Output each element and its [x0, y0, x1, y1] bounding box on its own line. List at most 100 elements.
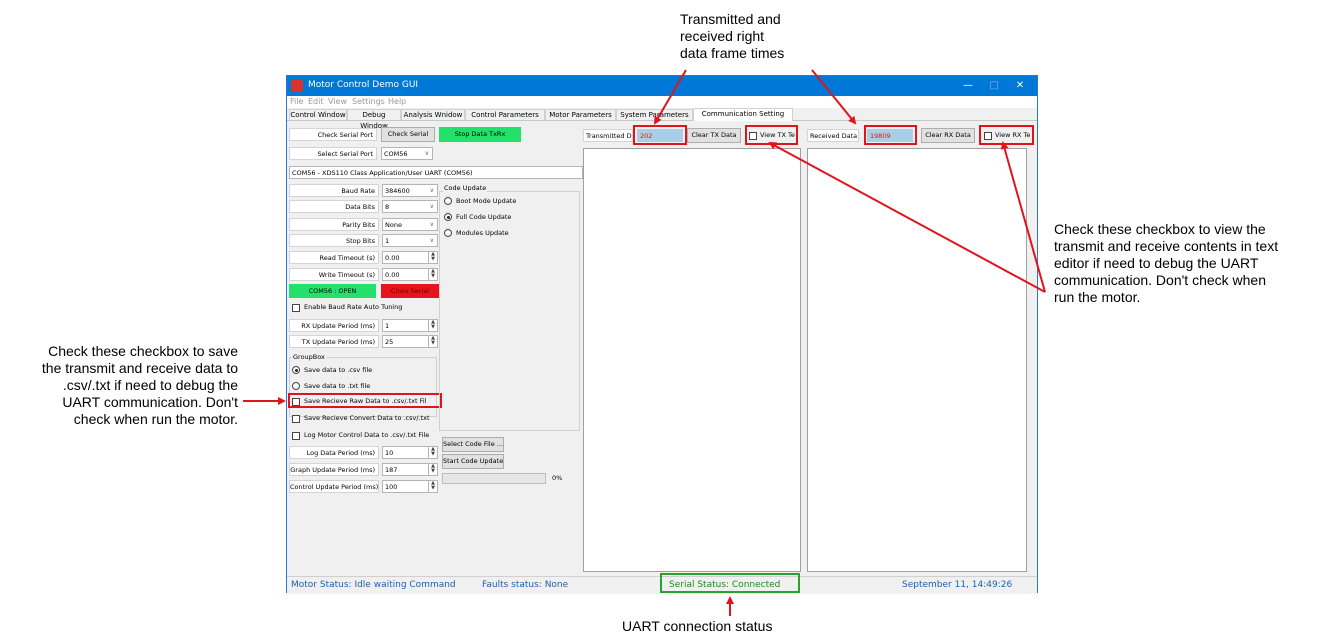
- check-serial-button[interactable]: Check Serial: [381, 127, 435, 142]
- modules-update-radio[interactable]: [444, 229, 452, 237]
- spin-arrows-icon[interactable]: ▲ ▼: [428, 269, 437, 280]
- tab-communication-setting[interactable]: Communication Setting: [693, 108, 793, 121]
- progress-percent: 0%: [552, 474, 563, 482]
- tx-period-label: TX Update Period (ms): [289, 335, 379, 348]
- start-code-update-button[interactable]: Start Code Update: [442, 454, 504, 469]
- save-txt-radio[interactable]: [292, 382, 300, 390]
- tab-system-parameters[interactable]: System Parameters: [616, 109, 693, 120]
- minimize-button[interactable]: —: [955, 78, 981, 94]
- rx-period-label: RX Update Period (ms): [289, 319, 379, 332]
- baud-rate-select[interactable]: 384600: [382, 184, 438, 197]
- spin-arrows-icon[interactable]: ▲ ▼: [428, 336, 437, 347]
- auto-tuning-label: Enable Baud Rate Auto Tuning: [304, 303, 403, 311]
- select-code-file-button[interactable]: Select Code File ...: [442, 437, 504, 452]
- write-timeout-stepper[interactable]: 0.00 ▲ ▼: [382, 268, 438, 281]
- left-callout-line: Check these checkbox to save: [48, 343, 238, 359]
- tab-debug-window[interactable]: Debug Window: [347, 109, 401, 130]
- close-window-button[interactable]: ✕: [1007, 78, 1033, 94]
- transmitted-data-label: Transmitted Da: [583, 129, 633, 142]
- rx-period-stepper[interactable]: 1 ▲ ▼: [382, 319, 438, 332]
- maximize-button[interactable]: □: [981, 78, 1007, 94]
- read-timeout-stepper[interactable]: 0.00 ▲ ▼: [382, 251, 438, 264]
- save-convert-label: Save Recieve Convert Data to .csv/.txt: [304, 414, 430, 422]
- serial-status-highlight: [660, 573, 800, 593]
- right-callout-line: transmit and receive contents in text: [1054, 238, 1279, 254]
- boot-mode-label: Boot Mode Update: [456, 197, 517, 205]
- stop-bits-label: Stop Bits: [289, 234, 379, 247]
- control-period-value: 100: [385, 483, 398, 491]
- bottom-callout: UART connection status: [622, 618, 773, 634]
- top-callout: Transmitted and received right data fram…: [680, 11, 820, 62]
- graph-period-stepper[interactable]: 187 ▲ ▼: [382, 463, 438, 476]
- data-bits-select[interactable]: 8: [382, 200, 438, 213]
- stop-data-txrx-button[interactable]: Stop Data TxRx: [439, 127, 521, 142]
- port-open-status: COM56 : OPEN: [289, 284, 376, 298]
- menu-edit[interactable]: Edit: [308, 97, 324, 106]
- log-motor-checkbox[interactable]: [292, 432, 300, 440]
- save-convert-checkbox[interactable]: [292, 415, 300, 423]
- tab-bar: Control Window Debug Window Analysis Wni…: [287, 108, 1037, 130]
- menu-settings[interactable]: Settings: [352, 97, 385, 106]
- spin-arrows-icon[interactable]: ▲ ▼: [428, 447, 437, 458]
- spin-arrows-icon[interactable]: ▲ ▼: [428, 320, 437, 331]
- view-tx-highlight: [745, 125, 798, 145]
- received-data-label: Received Data: [807, 129, 859, 142]
- rx-text-panel[interactable]: [807, 148, 1027, 572]
- top-callout-line: Transmitted and: [680, 11, 781, 27]
- tx-period-value: 25: [385, 338, 394, 346]
- close-serial-button[interactable]: Close Serial: [381, 284, 439, 298]
- tx-text-panel[interactable]: [583, 148, 801, 572]
- write-timeout-value: 0.00: [385, 271, 400, 279]
- full-code-radio[interactable]: [444, 213, 452, 221]
- log-period-value: 10: [385, 449, 394, 457]
- rx-period-value: 1: [385, 322, 390, 330]
- faults-status: Faults status: None: [482, 580, 569, 590]
- log-period-stepper[interactable]: 10 ▲ ▼: [382, 446, 438, 459]
- menu-bar: File Edit View Settings Help: [287, 96, 1037, 108]
- rx-count-highlight: [864, 125, 917, 145]
- tab-motor-parameters[interactable]: Motor Parameters: [545, 109, 616, 120]
- data-bits-label: Data Bits: [289, 200, 379, 213]
- tx-period-stepper[interactable]: 25 ▲ ▼: [382, 335, 438, 348]
- left-callout: Check these checkbox to save the transmi…: [6, 343, 238, 428]
- clear-rx-button[interactable]: Clear RX Data: [921, 128, 975, 143]
- check-serial-port-label: Check Serial Port: [289, 128, 377, 141]
- spin-arrows-icon[interactable]: ▲ ▼: [428, 464, 437, 475]
- serial-port-select[interactable]: COM56: [381, 147, 433, 160]
- top-callout-line: data frame times: [680, 45, 785, 61]
- left-callout-line: .csv/.txt if need to debug the: [62, 377, 238, 393]
- tab-control-parameters[interactable]: Control Parameters: [465, 109, 545, 120]
- menu-help[interactable]: Help: [388, 97, 406, 106]
- spin-arrows-icon[interactable]: ▲ ▼: [428, 481, 437, 492]
- stop-bits-select[interactable]: 1: [382, 234, 438, 247]
- top-callout-line: received right: [680, 28, 765, 44]
- clear-tx-button[interactable]: Clear TX Data: [687, 128, 741, 143]
- view-rx-highlight: [979, 125, 1034, 145]
- right-callout-line: communication. Don't check when: [1054, 272, 1266, 288]
- tab-control-window[interactable]: Control Window: [289, 109, 347, 120]
- graph-period-label: Graph Update Period (ms): [289, 463, 379, 476]
- menu-file[interactable]: File: [290, 97, 303, 106]
- control-period-stepper[interactable]: 100 ▲ ▼: [382, 480, 438, 493]
- right-callout-line: editor if need to debug the UART: [1054, 255, 1259, 271]
- app-logo-icon: [291, 80, 303, 92]
- parity-bits-select[interactable]: None: [382, 218, 438, 231]
- port-description-field: COM56 - XDS110 Class Application/User UA…: [289, 166, 583, 179]
- log-motor-label: Log Motor Control Data to .csv/.txt File: [304, 431, 430, 439]
- write-timeout-label: Write Timeout (s): [289, 268, 379, 281]
- date-time: September 11, 14:49:26: [902, 580, 1013, 590]
- save-txt-label: Save data to .txt file: [304, 382, 371, 390]
- tab-analysis-window[interactable]: Analysis Wnidow: [401, 109, 465, 120]
- spin-arrows-icon[interactable]: ▲ ▼: [428, 252, 437, 263]
- title-bar: Motor Control Demo GUI — □ ✕: [287, 76, 1037, 96]
- app-window: Motor Control Demo GUI — □ ✕ File Edit V…: [286, 75, 1038, 594]
- boot-mode-radio[interactable]: [444, 197, 452, 205]
- control-period-label: Control Update Period (ms): [289, 480, 379, 493]
- auto-tuning-checkbox[interactable]: [292, 304, 300, 312]
- save-csv-radio[interactable]: [292, 366, 300, 374]
- menu-view[interactable]: View: [328, 97, 347, 106]
- parity-bits-label: Parity Bits: [289, 218, 379, 231]
- graph-period-value: 187: [385, 466, 398, 474]
- group-box-title: GroupBox: [292, 353, 326, 361]
- tx-count-highlight: [633, 125, 687, 145]
